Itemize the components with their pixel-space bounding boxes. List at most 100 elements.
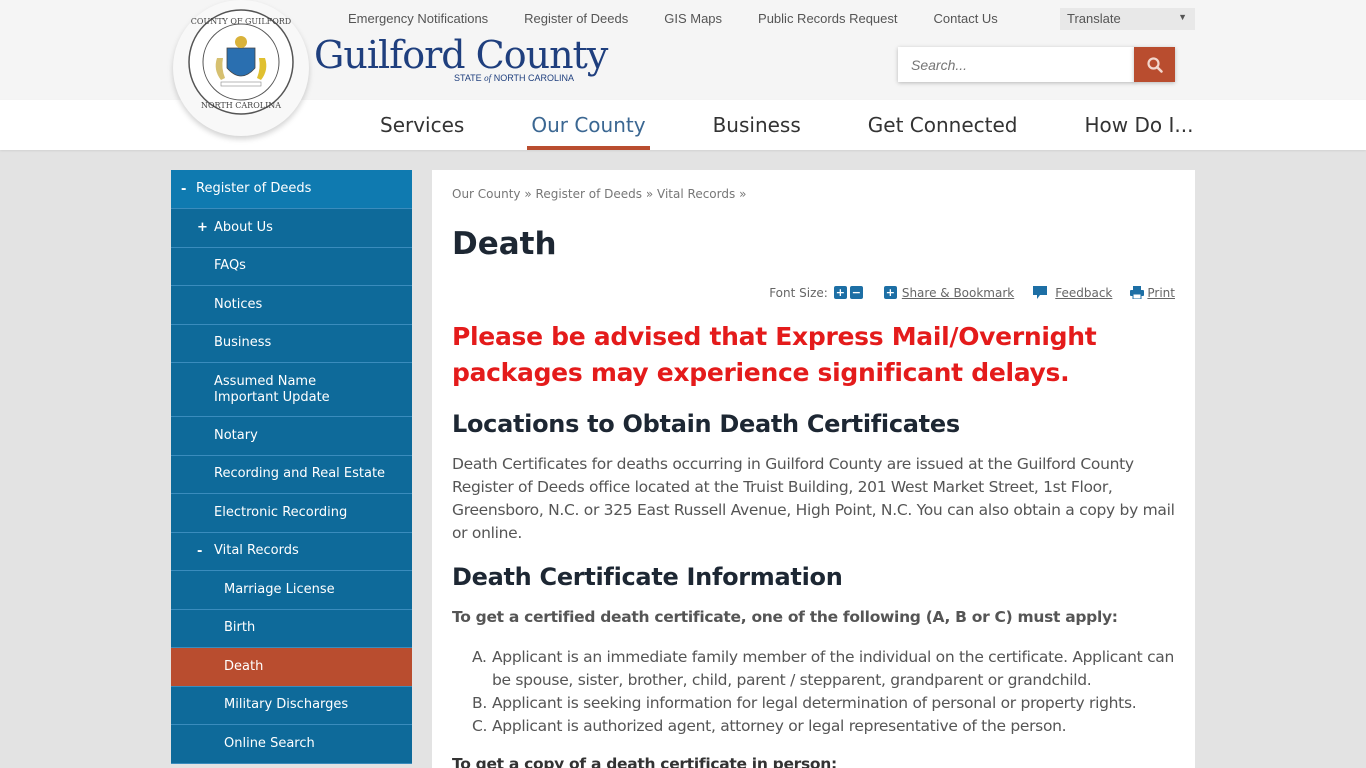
search-icon (1146, 56, 1163, 73)
feedback-link[interactable]: Feedback (1032, 285, 1112, 300)
sidebar-item-online-search[interactable]: Online Search (171, 725, 412, 764)
list-item: B. Applicant is seeking information for … (472, 692, 1182, 715)
sidebar-item-business[interactable]: Business (171, 324, 412, 363)
sidebar-item-label: Business (214, 335, 272, 351)
print-link[interactable]: Print (1130, 286, 1175, 300)
collapse-icon[interactable]: - (197, 544, 212, 559)
sidebar-item-register-of-deeds[interactable]: - Register of Deeds (171, 170, 412, 209)
print-label: Print (1147, 285, 1175, 300)
main-nav: Services Our County Business Get Connect… (360, 100, 1193, 150)
sidebar-item-label: FAQs (214, 258, 246, 274)
utility-link-emergency-notifications[interactable]: Emergency Notifications (330, 11, 506, 26)
sidebar-item-assumed-name[interactable]: Assumed Name Important Update (171, 363, 412, 417)
utility-link-public-records-request[interactable]: Public Records Request (740, 11, 915, 26)
sidebar-item-electronic-recording[interactable]: Electronic Recording (171, 494, 412, 533)
search-box (898, 47, 1135, 82)
sidebar-item-label: About Us (214, 219, 273, 235)
page-title: Death (452, 226, 557, 262)
sidebar-item-vital-records[interactable]: - Vital Records (171, 532, 412, 571)
list-item: C. Applicant is authorized agent, attorn… (472, 715, 1182, 738)
list-item-text: Applicant is authorized agent, attorney … (492, 717, 1067, 735)
sidebar-item-label: Notices (214, 296, 263, 312)
plus-square-icon: + (883, 286, 897, 299)
requirements-list: A. Applicant is an immediate family memb… (472, 646, 1182, 738)
list-item: A. Applicant is an immediate family memb… (472, 646, 1182, 692)
sidebar-item-label: Recording and Real Estate (214, 466, 386, 482)
sidebar-item-label: Death (224, 658, 264, 674)
breadcrumb: Our County » Register of Deeds » Vital R… (452, 187, 746, 201)
state-suffix: NORTH CAROLINA (491, 73, 575, 83)
sidebar-item-military-discharges[interactable]: Military Discharges (171, 686, 412, 725)
share-bookmark-link[interactable]: + Share & Bookmark (883, 285, 1015, 300)
breadcrumb-separator: » (524, 187, 532, 201)
utility-link-contact-us[interactable]: Contact Us (916, 11, 1016, 26)
expand-icon[interactable]: + (197, 220, 212, 235)
main-nav-get-connected[interactable]: Get Connected (868, 100, 1018, 150)
search-button[interactable] (1134, 47, 1175, 82)
caret-down-icon: ▼ (1178, 12, 1187, 22)
font-size-label: Font Size: (769, 285, 828, 300)
collapse-icon[interactable]: - (181, 182, 196, 197)
utility-link-gis-maps[interactable]: GIS Maps (646, 11, 740, 26)
state-prefix: STATE (454, 73, 485, 83)
svg-text:COUNTY OF GUILFORD: COUNTY OF GUILFORD (191, 17, 291, 26)
breadcrumb-separator: » (645, 187, 654, 201)
main-nav-business[interactable]: Business (713, 100, 801, 150)
utility-link-register-of-deeds[interactable]: Register of Deeds (506, 11, 646, 26)
breadcrumb-separator: » (739, 187, 747, 201)
sidebar-item-label: Birth (224, 620, 256, 636)
shipping-alert: Please be advised that Express Mail/Over… (452, 322, 1097, 387)
feedback-label: Feedback (1055, 285, 1113, 300)
in-person-lead: To get a copy of a death certificate in … (452, 755, 837, 768)
sidebar-item-faqs[interactable]: FAQs (171, 247, 412, 286)
font-decrease-icon[interactable]: − (849, 286, 863, 299)
breadcrumb-our-county[interactable]: Our County (452, 187, 521, 201)
page-toolbar: Font Size: + − + Share & Bookmark Feedba… (769, 285, 1175, 300)
font-increase-icon[interactable]: + (833, 286, 847, 299)
sidebar-item-birth[interactable]: Birth (171, 609, 412, 648)
sidebar-item-notary[interactable]: Notary (171, 417, 412, 456)
utility-links: Emergency Notifications Register of Deed… (330, 11, 1016, 26)
list-item-text: Applicant is an immediate family member … (492, 648, 1175, 689)
breadcrumb-register-of-deeds[interactable]: Register of Deeds (536, 187, 642, 201)
site-wordmark[interactable]: Guilford County STATE of NORTH CAROLINA (314, 33, 608, 83)
speech-bubble-icon (1033, 286, 1048, 299)
section-heading-info: Death Certificate Information (452, 563, 843, 591)
site-state: STATE of NORTH CAROLINA (454, 73, 574, 83)
sidebar-item-label: Military Discharges (224, 697, 349, 713)
translate-dropdown[interactable]: Translate ▼ (1060, 8, 1195, 30)
sidebar-item-label: Notary (214, 427, 258, 443)
share-bookmark-label: Share & Bookmark (901, 285, 1015, 300)
printer-icon (1130, 286, 1145, 299)
main-nav-how-do-i[interactable]: How Do I... (1084, 100, 1193, 150)
svg-text:NORTH CAROLINA: NORTH CAROLINA (201, 101, 281, 110)
sidebar-item-recording-real-estate[interactable]: Recording and Real Estate (171, 455, 412, 494)
breadcrumb-vital-records[interactable]: Vital Records (657, 187, 735, 201)
sidebar-item-label: Marriage License (224, 581, 335, 597)
content-panel: Our County » Register of Deeds » Vital R… (432, 170, 1195, 768)
seal-icon: COUNTY OF GUILFORD NORTH CAROLINA (188, 9, 294, 115)
translate-label: Translate (1067, 11, 1121, 26)
sidebar-nav: - Register of Deeds + About Us FAQs Noti… (171, 170, 412, 764)
main-nav-our-county[interactable]: Our County (527, 100, 650, 150)
site-name: Guilford County (314, 33, 608, 77)
search-input[interactable] (898, 47, 1135, 82)
list-marker: C. (472, 717, 488, 735)
main-nav-services[interactable]: Services (380, 100, 464, 150)
sidebar-item-about-us[interactable]: + About Us (171, 209, 412, 248)
section-heading-locations: Locations to Obtain Death Certificates (452, 410, 960, 438)
sidebar-item-label: Electronic Recording (214, 504, 348, 520)
list-marker: A. (472, 648, 487, 666)
list-item-text: Applicant is seeking information for leg… (492, 694, 1137, 712)
requirements-lead: To get a certified death certificate, on… (452, 608, 1118, 626)
list-marker: B. (472, 694, 487, 712)
sidebar-item-death[interactable]: Death (171, 648, 412, 687)
sidebar-item-notices[interactable]: Notices (171, 286, 412, 325)
county-seal-logo[interactable]: COUNTY OF GUILFORD NORTH CAROLINA (173, 0, 309, 136)
sidebar-item-marriage-license[interactable]: Marriage License (171, 571, 412, 610)
sidebar-item-label: Assumed Name Important Update (214, 373, 330, 405)
locations-paragraph: Death Certificates for deaths occurring … (452, 455, 1175, 542)
sidebar-item-label: Vital Records (214, 543, 299, 559)
sidebar-item-label: Online Search (224, 735, 315, 751)
sidebar-item-label: Register of Deeds (196, 181, 312, 196)
